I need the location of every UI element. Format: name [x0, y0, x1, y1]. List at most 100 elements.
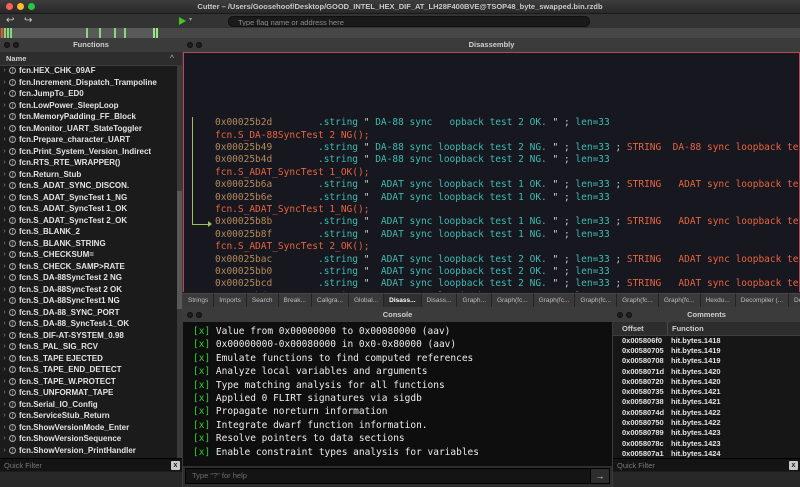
- function-list-item[interactable]: ›ƒfcn.S_ADAT_SyncTest 1_OK: [0, 203, 177, 215]
- function-list-item[interactable]: ›ƒfcn.S_DA-88SyncTest 2 OK: [0, 284, 177, 296]
- function-list-item[interactable]: ›ƒfcn.S_DIF-AT-SYSTEM_0.98: [0, 330, 177, 342]
- doc-tab[interactable]: Graph(fc...: [617, 293, 659, 308]
- function-list-item[interactable]: ›ƒfcn.Print_System_Version_Indirect: [0, 146, 177, 158]
- title-bar[interactable]: Cutter – /Users/Goosehoof/Desktop/GOOD_I…: [0, 0, 800, 14]
- clear-filter-icon[interactable]: x: [171, 461, 180, 470]
- expand-chevron-icon[interactable]: ›: [0, 228, 9, 235]
- function-list-item[interactable]: ›ƒfcn.HEX_CHK_09AF: [0, 65, 177, 77]
- doc-tab[interactable]: Callgra...: [312, 293, 349, 308]
- doc-tab[interactable]: Graph(fc...: [575, 293, 617, 308]
- doc-tab[interactable]: Disass...: [384, 293, 421, 308]
- expand-chevron-icon[interactable]: ›: [0, 79, 9, 86]
- function-list-item[interactable]: ›ƒfcn.RTS_RTE_WRAPPER(): [0, 157, 177, 169]
- function-list-item[interactable]: ›ƒfcn.S_TAPE EJECTED: [0, 353, 177, 365]
- console-submit-icon[interactable]: →: [590, 469, 609, 483]
- dock-float-icon[interactable]: [13, 42, 19, 48]
- expand-chevron-icon[interactable]: ›: [0, 182, 9, 189]
- dock-close-icon[interactable]: [4, 42, 10, 48]
- function-list-item[interactable]: ›ƒfcn.S_TAPE_END_DETECT: [0, 364, 177, 376]
- disassembly-line[interactable]: fcn.S_ADAT_SyncTest 2_OK();: [215, 241, 799, 253]
- comments-row[interactable]: 0x005807a1hit.bytes.1424: [613, 448, 800, 458]
- disassembly-line[interactable]: fcn.S_DA-88SyncTest 2 NG();: [215, 130, 799, 142]
- function-list-item[interactable]: ›ƒfcn.S_BLANK_2: [0, 226, 177, 238]
- disassembly-line[interactable]: fcn.S_ADAT_SyncTest 1_OK();: [215, 167, 799, 179]
- doc-tab[interactable]: Graph...: [457, 293, 491, 308]
- back-icon[interactable]: ↩: [6, 14, 14, 28]
- expand-chevron-icon[interactable]: ›: [0, 435, 9, 442]
- expand-chevron-icon[interactable]: ›: [0, 194, 9, 201]
- disassembly-line[interactable]: 0x00025b2d .string " DA-88 sync opback t…: [215, 117, 799, 129]
- doc-tab[interactable]: Disass...: [422, 293, 458, 308]
- analyze-play-icon[interactable]: [179, 17, 186, 25]
- function-list-item[interactable]: ›ƒfcn.JumpTo_ED0: [0, 88, 177, 100]
- expand-chevron-icon[interactable]: ›: [0, 343, 9, 350]
- function-list-item[interactable]: ›ƒfcn.S_CHECKSUM=: [0, 249, 177, 261]
- function-list-item[interactable]: ›ƒfcn.S_TAPE_W.PROTECT: [0, 376, 177, 388]
- function-list-item[interactable]: ›ƒfcn.LowPower_SleepLoop: [0, 100, 177, 112]
- comments-row[interactable]: 0x00580705hit.bytes.1419: [613, 345, 800, 355]
- expand-chevron-icon[interactable]: ›: [0, 125, 9, 132]
- disassembly-line[interactable]: 0x00025bcd .string " ADAT sync loopback …: [215, 278, 799, 290]
- disassembly-line[interactable]: 0x00025b49 .string " DA-88 sync loopback…: [215, 142, 799, 154]
- expand-chevron-icon[interactable]: ›: [0, 205, 9, 212]
- expand-chevron-icon[interactable]: ›: [0, 136, 9, 143]
- comments-row[interactable]: 0x005806f0hit.bytes.1418: [613, 335, 800, 345]
- comments-row[interactable]: 0x00580708hit.bytes.1419: [613, 356, 800, 366]
- dock-float-icon[interactable]: [196, 312, 202, 318]
- function-list-item[interactable]: ›ƒfcn.Monitor_UART_StateToggler: [0, 123, 177, 135]
- expand-chevron-icon[interactable]: ›: [0, 355, 9, 362]
- function-list-item[interactable]: ›ƒfcn.Prepare_character_UART: [0, 134, 177, 146]
- function-list-item[interactable]: ›ƒfcn.S_CHECK_SAMP>RATE: [0, 261, 177, 273]
- function-list-item[interactable]: ›ƒfcn.ShowVersion_PrintHandler: [0, 445, 177, 457]
- expand-chevron-icon[interactable]: ›: [0, 102, 9, 109]
- expand-chevron-icon[interactable]: ›: [0, 90, 9, 97]
- comments-row[interactable]: 0x00580789hit.bytes.1423: [613, 428, 800, 438]
- expand-chevron-icon[interactable]: ›: [0, 366, 9, 373]
- comments-quick-filter-input[interactable]: Quick Filter x: [613, 458, 800, 472]
- disassembly-view[interactable]: 0x00025b2d .string " DA-88 sync opback t…: [183, 52, 800, 293]
- expand-chevron-icon[interactable]: ›: [0, 217, 9, 224]
- disassembly-line[interactable]: 0x00025b6a .string " ADAT sync loopback …: [215, 179, 799, 191]
- expand-chevron-icon[interactable]: ›: [0, 401, 9, 408]
- expand-chevron-icon[interactable]: ›: [0, 286, 9, 293]
- dock-close-icon[interactable]: [187, 312, 193, 318]
- doc-tab[interactable]: Strings: [183, 293, 214, 308]
- disassembly-line[interactable]: 0x00025b8f .string " ADAT sync loopback …: [215, 229, 799, 241]
- expand-chevron-icon[interactable]: ›: [0, 171, 9, 178]
- expand-chevron-icon[interactable]: ›: [0, 412, 9, 419]
- expand-chevron-icon[interactable]: ›: [0, 320, 9, 327]
- dock-float-icon[interactable]: [196, 42, 202, 48]
- function-list-item[interactable]: ›ƒfcn.S_PAL_SIG_RCV: [0, 341, 177, 353]
- dock-close-icon[interactable]: [617, 312, 623, 318]
- doc-tab[interactable]: Search: [247, 293, 279, 308]
- comments-row[interactable]: 0x0058071dhit.bytes.1420: [613, 366, 800, 376]
- clear-filter-icon[interactable]: x: [789, 461, 798, 470]
- function-list-item[interactable]: ›ƒfcn.S_ADAT_SYNC_DISCON.: [0, 180, 177, 192]
- function-list-item[interactable]: ›ƒfcn.ServiceStub_Return: [0, 410, 177, 422]
- disassembly-line[interactable]: 0x00025bac .string " ADAT sync loopback …: [215, 254, 799, 266]
- doc-tab[interactable]: Break...: [279, 293, 312, 308]
- minimize-traffic-light[interactable]: [17, 3, 24, 10]
- disassembly-line[interactable]: 0x00025bb0 .string " ADAT sync loopback …: [215, 266, 799, 278]
- comments-row[interactable]: 0x00580738hit.bytes.1421: [613, 397, 800, 407]
- function-list-item[interactable]: ›ƒfcn.MemoryPadding_FF_Block: [0, 111, 177, 123]
- comments-row[interactable]: 0x0058074dhit.bytes.1422: [613, 407, 800, 417]
- disassembly-line[interactable]: 0x00025b4d .string " DA-88 sync loopback…: [215, 154, 799, 166]
- close-traffic-light[interactable]: [6, 3, 13, 10]
- doc-tab[interactable]: Imports: [214, 293, 247, 308]
- function-list-item[interactable]: ›ƒfcn.S_UNFORMAT_TAPE: [0, 387, 177, 399]
- expand-chevron-icon[interactable]: ›: [0, 309, 9, 316]
- comments-row[interactable]: 0x00580735hit.bytes.1421: [613, 386, 800, 396]
- comments-row[interactable]: 0x00580750hit.bytes.1422: [613, 417, 800, 427]
- functions-quick-filter-input[interactable]: Quick Filter x: [0, 458, 182, 472]
- doc-tab[interactable]: Hexdu...: [701, 293, 736, 308]
- expand-chevron-icon[interactable]: ›: [0, 389, 9, 396]
- expand-chevron-icon[interactable]: ›: [0, 148, 9, 155]
- dock-float-icon[interactable]: [626, 312, 632, 318]
- function-list-item[interactable]: ›ƒfcn.ShowVersionSequence: [0, 433, 177, 445]
- disassembly-line[interactable]: fcn.S_ADAT_SyncTest 1_NG();: [215, 204, 799, 216]
- console-command-input[interactable]: Type "?" for help →: [185, 468, 610, 484]
- name-column-header[interactable]: Name ^: [0, 52, 182, 66]
- doc-tab[interactable]: Graph(fc...: [492, 293, 534, 308]
- expand-chevron-icon[interactable]: ›: [0, 113, 9, 120]
